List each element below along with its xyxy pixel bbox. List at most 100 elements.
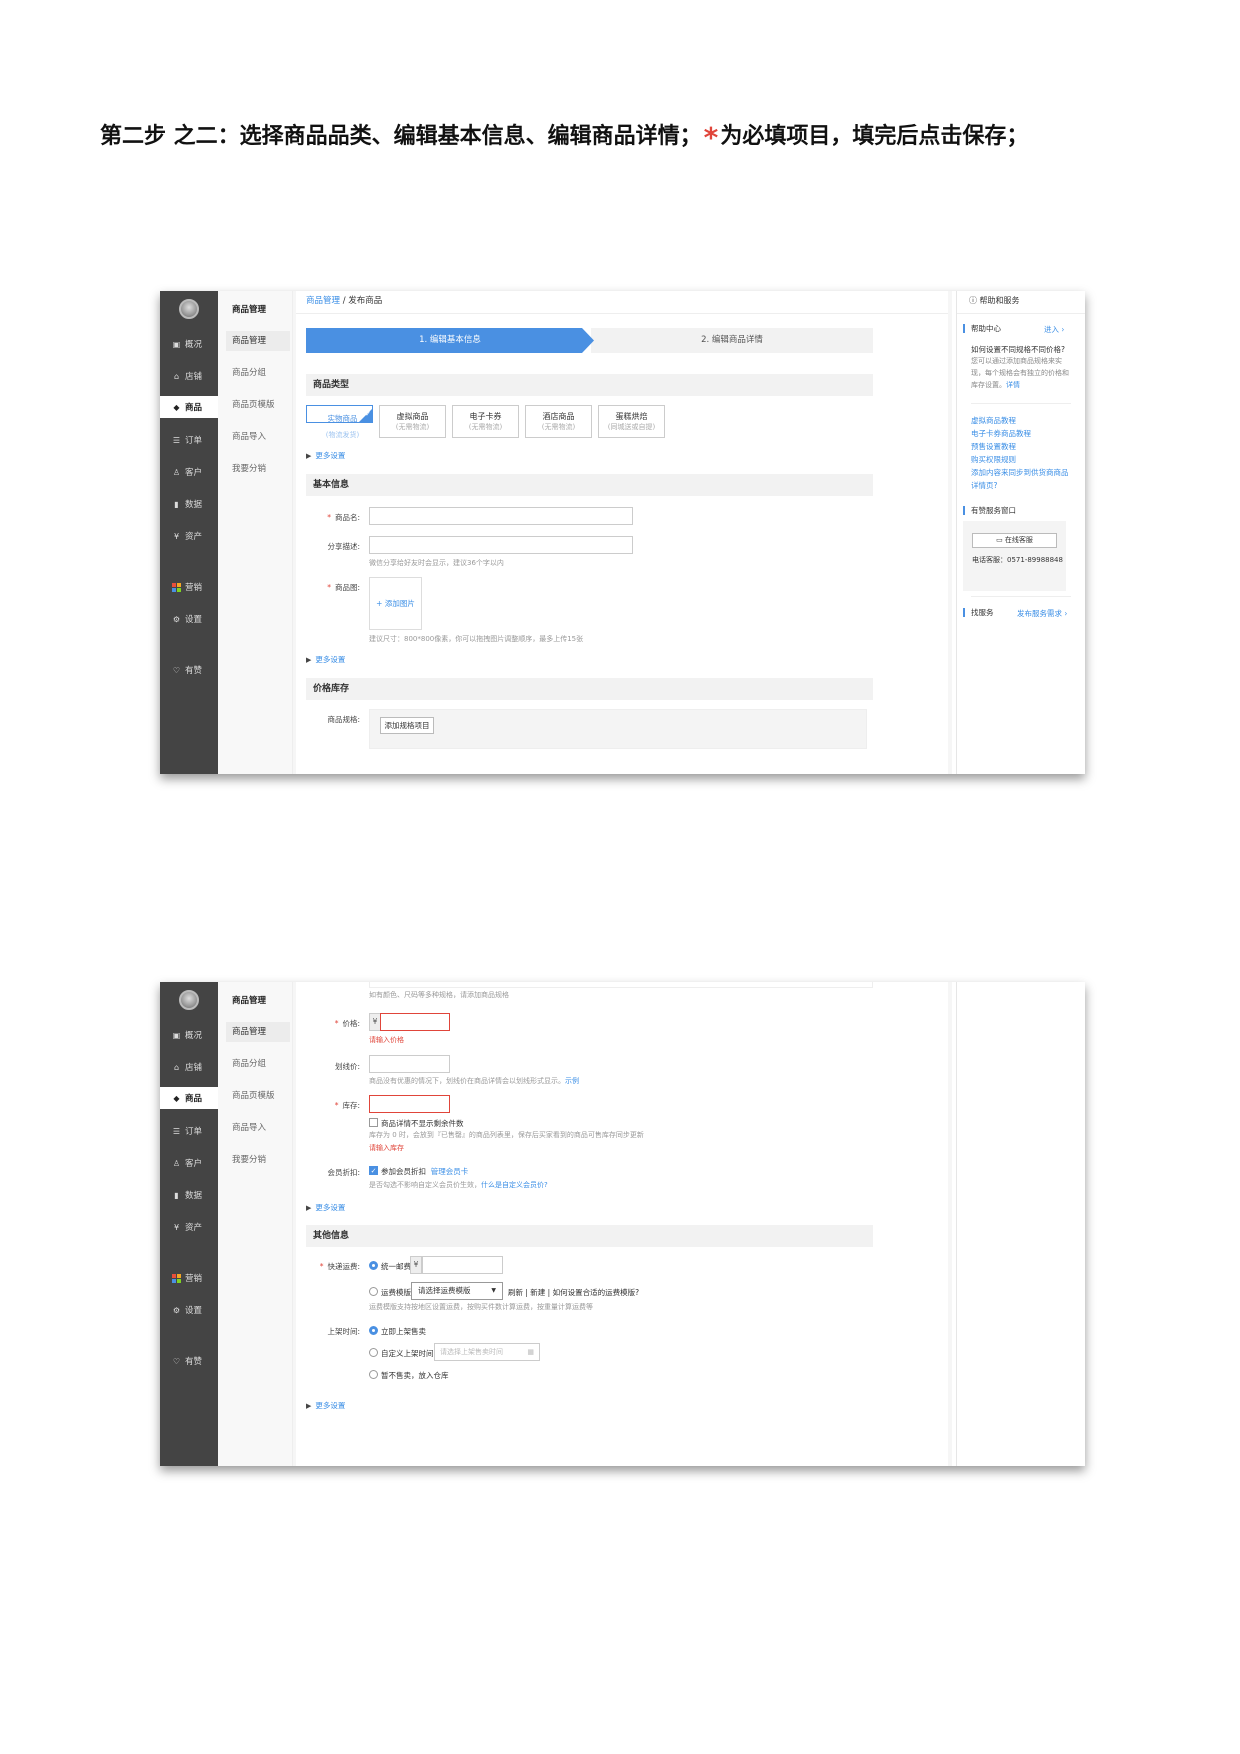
shipping-fee-input[interactable] [422,1256,503,1274]
online-service-button[interactable]: ▭ 在线客服 [972,533,1057,548]
yen-icon: ¥ [173,1222,180,1232]
nav-youzan[interactable]: ♡ 有赞 [160,659,218,681]
nav-assets[interactable]: ¥ 资产 [160,1216,218,1238]
help-link-ecard[interactable]: 电子卡券商品教程 [971,428,1031,439]
hide-stock-checkbox[interactable] [369,1118,378,1127]
submenu-item-templates[interactable]: 商品页模版 [226,1086,290,1106]
submenu-item-groups[interactable]: 商品分组 [226,363,290,383]
find-service-heading: 找服务 [963,608,994,617]
nav-overview[interactable]: ▣ 概况 [160,333,218,355]
help-detail-link[interactable]: 详情 [1006,381,1020,389]
stock-input[interactable] [369,1095,450,1113]
step-1[interactable]: 1. 编辑基本信息 [306,328,594,353]
nav-goods[interactable]: ◆ 商品 [160,396,218,418]
type-hotel[interactable]: 酒店商品 (无需物流) [525,405,592,438]
submenu-item-distribution[interactable]: 我要分销 [226,1150,290,1170]
stock-hint: 库存为 0 时，会放到『已售罄』的商品列表里，保存后买家看到的商品可售库存同步更… [369,1131,644,1139]
section-price-stock: 价格库存 [306,678,873,700]
triangle-right-icon: ▶ [306,452,312,460]
shipping-template-select[interactable]: 请选择运费模版 ▼ [411,1282,503,1300]
user-icon: ♙ [172,467,181,477]
nav-marketing[interactable]: 营销 [160,1267,218,1289]
howto-template-link[interactable]: 如何设置合适的运费模版? [553,1288,639,1297]
screenshot-price-other: ▣ 概况 ⌂ 店铺 ◆ 商品 ☰ 订单 ♙ 客户 ▮ 数据 ¥ 资产 营销 ⚙ 设置 ♡ 有赞 商… [160,982,1085,1466]
submenu-item-templates[interactable]: 商品页模版 [226,395,290,415]
nav-settings[interactable]: ⚙ 设置 [160,608,218,630]
more-settings-link-2[interactable]: ▶ 更多设置 [306,1400,345,1411]
section-other-info: 其他信息 [306,1225,873,1247]
screenshot-basic-info: ▣ 概况 ⌂ 店铺 ◆ 商品 ☰ 订单 ♙ 客户 ▮ 数据 ¥ 资产 营销 ⚙ 设置 ♡ 有赞 商… [160,291,1085,774]
nav-customers[interactable]: ♙ 客户 [160,461,218,483]
type-ecard[interactable]: 电子卡券 (无需物流) [452,405,519,438]
shelf-time-label: 上架时间: [327,1327,360,1336]
more-settings-link[interactable]: ▶ 更多设置 [306,1202,345,1213]
custom-member-price-link[interactable]: 什么是自定义会员价? [481,1181,548,1189]
stock-error: 请输入库存 [369,1144,404,1152]
nav-data[interactable]: ▮ 数据 [160,1184,218,1206]
nav-store[interactable]: ⌂ 店铺 [160,365,218,387]
nav-orders[interactable]: ☰ 订单 [160,1120,218,1142]
nav-orders[interactable]: ☰ 订单 [160,429,218,451]
type-virtual[interactable]: 虚拟商品 (无需物流) [379,405,446,438]
help-link-detail[interactable]: 详情页? [971,480,997,491]
shop-logo[interactable] [179,990,199,1010]
help-center-enter-link[interactable]: 进入 › [1044,324,1064,335]
help-link-presale[interactable]: 预售设置教程 [971,441,1016,452]
nav-goods[interactable]: ◆ 商品 [160,1087,218,1109]
submenu-item-distribution[interactable]: 我要分销 [226,459,290,479]
type-bakery[interactable]: 蛋糕烘焙 (同城送或自提) [598,405,665,438]
submenu-item-goods-manage[interactable]: 商品管理 [226,331,290,351]
shipping-label: * 快递运费: [319,1262,360,1271]
share-input[interactable] [369,536,633,554]
nav-settings[interactable]: ⚙ 设置 [160,1299,218,1321]
add-image-button[interactable]: + 添加图片 [369,577,422,630]
shelf-time-input[interactable]: 请选择上架售卖时间 ▦ [434,1343,540,1361]
spec-box-bottom [369,982,873,988]
service-box: ▭ 在线客服 电话客服：0571-89988848 [963,521,1066,591]
spec-box [369,709,867,749]
strike-price-input[interactable] [369,1055,450,1073]
refresh-link[interactable]: 刷新 [508,1288,523,1297]
shipping-unified-radio[interactable] [369,1261,378,1270]
breadcrumb-parent[interactable]: 商品管理 [306,296,340,306]
shelf-none-radio[interactable] [369,1370,378,1379]
submenu-item-import[interactable]: 商品导入 [226,427,290,447]
tag-icon: ◆ [173,1093,180,1103]
nav-assets[interactable]: ¥ 资产 [160,525,218,547]
help-link-purchase[interactable]: 购买权限规则 [971,454,1016,465]
manage-member-card-link[interactable]: 管理会员卡 [431,1167,469,1176]
nav-customers[interactable]: ♙ 客户 [160,1152,218,1174]
add-spec-button[interactable]: 添加规格项目 [380,717,434,734]
shelf-custom-radio[interactable] [369,1348,378,1357]
post-demand-link[interactable]: 发布服务需求 › [1017,608,1067,619]
price-error: 请输入价格 [369,1036,404,1044]
example-link[interactable]: 示例 [565,1077,579,1085]
help-link-sync[interactable]: 添加内容来同步到供货商商品 [971,467,1069,478]
more-settings-link-2[interactable]: ▶ 更多设置 [306,654,345,665]
help-link-virtual[interactable]: 虚拟商品教程 [971,415,1016,426]
new-template-link[interactable]: 新建 [530,1288,545,1297]
tag-icon: ◆ [173,402,180,412]
nav-marketing[interactable]: 营销 [160,576,218,598]
section-basic-info: 基本信息 [306,474,873,496]
submenu-item-goods-manage[interactable]: 商品管理 [226,1022,290,1042]
submenu-item-groups[interactable]: 商品分组 [226,1054,290,1074]
step-2[interactable]: 2. 编辑商品详情 [591,328,873,353]
bar-chart-icon: ▮ [174,499,179,509]
nav-store[interactable]: ⌂ 店铺 [160,1056,218,1078]
submenu-item-import[interactable]: 商品导入 [226,1118,290,1138]
triangle-right-icon: ▶ [306,1402,312,1410]
nav-youzan[interactable]: ♡ 有赞 [160,1350,218,1372]
name-input[interactable] [369,507,633,525]
type-physical[interactable]: 实物商品 (物流发货) ✓ [306,405,373,439]
help-center-heading: 帮助中心 [963,324,1001,333]
more-settings-link[interactable]: ▶ 更多设置 [306,450,345,461]
shipping-template-radio[interactable] [369,1287,378,1296]
shelf-now-radio[interactable] [369,1326,378,1335]
nav-data[interactable]: ▮ 数据 [160,493,218,515]
price-input[interactable] [380,1013,450,1031]
shop-logo[interactable] [179,299,199,319]
main-content: 商品管理 / 发布商品 2. 编辑商品详情 1. 编辑基本信息 商品类型 实物商… [293,291,952,774]
member-discount-checkbox[interactable]: ✓ [369,1166,378,1175]
nav-overview[interactable]: ▣ 概况 [160,1024,218,1046]
